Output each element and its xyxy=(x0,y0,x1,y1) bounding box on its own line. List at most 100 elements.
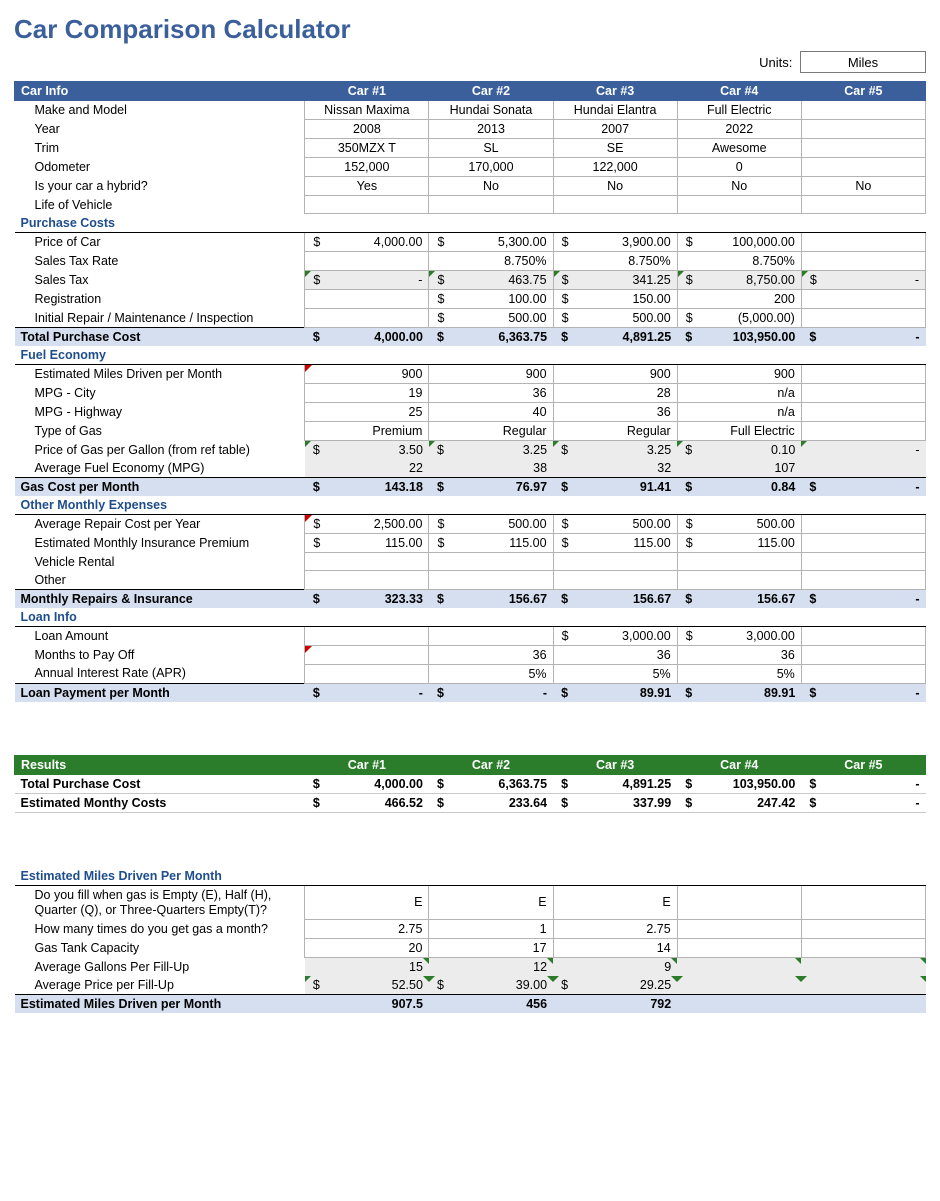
cell[interactable]: $500.00 xyxy=(553,515,677,534)
cell[interactable]: 1 xyxy=(429,920,553,939)
cell[interactable] xyxy=(801,158,925,177)
cell[interactable]: $150.00 xyxy=(553,290,677,309)
cell[interactable]: Regular xyxy=(553,422,677,441)
cell[interactable]: Full Electric xyxy=(677,422,801,441)
cell[interactable]: 8.750% xyxy=(553,252,677,271)
cell[interactable] xyxy=(801,120,925,139)
cell[interactable]: 5% xyxy=(553,664,677,683)
cell[interactable]: 5% xyxy=(429,664,553,683)
cell[interactable]: 350MZX T xyxy=(305,139,429,158)
cell[interactable] xyxy=(677,885,801,920)
cell[interactable] xyxy=(677,571,801,590)
cell[interactable]: $100.00 xyxy=(429,290,553,309)
cell[interactable] xyxy=(801,309,925,328)
cell[interactable] xyxy=(801,403,925,422)
cell[interactable] xyxy=(305,252,429,271)
cell[interactable]: 2.75 xyxy=(553,920,677,939)
cell[interactable]: 170,000 xyxy=(429,158,553,177)
cell[interactable] xyxy=(553,571,677,590)
cell[interactable]: SE xyxy=(553,139,677,158)
cell[interactable] xyxy=(801,365,925,384)
cell[interactable]: $3,900.00 xyxy=(553,233,677,252)
cell[interactable] xyxy=(553,196,677,214)
cell[interactable]: 900 xyxy=(429,365,553,384)
cell[interactable] xyxy=(801,534,925,553)
cell[interactable]: 900 xyxy=(305,365,429,384)
cell[interactable] xyxy=(801,626,925,645)
cell[interactable] xyxy=(305,571,429,590)
cell[interactable]: $100,000.00 xyxy=(677,233,801,252)
cell[interactable]: 36 xyxy=(553,645,677,664)
cell[interactable]: Full Electric xyxy=(677,101,801,120)
cell[interactable] xyxy=(429,626,553,645)
cell[interactable]: 36 xyxy=(429,384,553,403)
cell[interactable] xyxy=(429,196,553,214)
cell[interactable] xyxy=(429,553,553,571)
cell[interactable]: 152,000 xyxy=(305,158,429,177)
cell[interactable]: $115.00 xyxy=(553,534,677,553)
cell[interactable]: Nissan Maxima xyxy=(305,101,429,120)
cell[interactable]: $115.00 xyxy=(305,534,429,553)
cell[interactable]: $5,300.00 xyxy=(429,233,553,252)
cell[interactable] xyxy=(305,196,429,214)
cell[interactable]: Hundai Elantra xyxy=(553,101,677,120)
cell[interactable] xyxy=(801,384,925,403)
cell[interactable] xyxy=(801,664,925,683)
units-input[interactable] xyxy=(800,51,926,73)
cell[interactable]: 2.75 xyxy=(305,920,429,939)
cell[interactable] xyxy=(305,645,429,664)
cell[interactable] xyxy=(677,553,801,571)
cell[interactable]: $500.00 xyxy=(553,309,677,328)
cell[interactable] xyxy=(801,645,925,664)
cell[interactable]: 2022 xyxy=(677,120,801,139)
cell[interactable]: No xyxy=(553,177,677,196)
cell[interactable] xyxy=(801,515,925,534)
cell[interactable]: 2013 xyxy=(429,120,553,139)
cell[interactable]: $(5,000.00) xyxy=(677,309,801,328)
cell[interactable] xyxy=(801,196,925,214)
cell[interactable] xyxy=(801,885,925,920)
cell[interactable] xyxy=(305,626,429,645)
cell[interactable] xyxy=(305,290,429,309)
cell[interactable]: Hundai Sonata xyxy=(429,101,553,120)
cell[interactable]: 36 xyxy=(429,645,553,664)
cell[interactable]: E xyxy=(553,885,677,920)
cell[interactable]: 2007 xyxy=(553,120,677,139)
cell[interactable]: $500.00 xyxy=(429,515,553,534)
cell[interactable]: 900 xyxy=(553,365,677,384)
cell[interactable]: 36 xyxy=(553,403,677,422)
cell[interactable]: 17 xyxy=(429,939,553,958)
cell[interactable]: 25 xyxy=(305,403,429,422)
cell[interactable] xyxy=(801,553,925,571)
cell[interactable]: E xyxy=(305,885,429,920)
cell[interactable]: 2008 xyxy=(305,120,429,139)
cell[interactable] xyxy=(801,233,925,252)
cell[interactable] xyxy=(801,939,925,958)
cell[interactable] xyxy=(305,309,429,328)
cell[interactable]: 40 xyxy=(429,403,553,422)
cell[interactable]: n/a xyxy=(677,384,801,403)
cell[interactable]: Yes xyxy=(305,177,429,196)
cell[interactable] xyxy=(677,939,801,958)
cell[interactable] xyxy=(801,139,925,158)
cell[interactable]: $2,500.00 xyxy=(305,515,429,534)
cell[interactable] xyxy=(801,252,925,271)
cell[interactable]: Awesome xyxy=(677,139,801,158)
cell[interactable] xyxy=(801,290,925,309)
cell[interactable] xyxy=(801,422,925,441)
cell[interactable]: Regular xyxy=(429,422,553,441)
cell[interactable]: n/a xyxy=(677,403,801,422)
cell[interactable]: SL xyxy=(429,139,553,158)
cell[interactable] xyxy=(305,664,429,683)
cell[interactable]: $115.00 xyxy=(429,534,553,553)
cell[interactable] xyxy=(553,553,677,571)
cell[interactable]: E xyxy=(429,885,553,920)
cell[interactable]: $3,000.00 xyxy=(553,626,677,645)
cell[interactable]: $500.00 xyxy=(429,309,553,328)
cell[interactable] xyxy=(429,571,553,590)
cell[interactable]: Premium xyxy=(305,422,429,441)
cell[interactable]: 8.750% xyxy=(429,252,553,271)
cell[interactable]: 122,000 xyxy=(553,158,677,177)
cell[interactable]: $3,000.00 xyxy=(677,626,801,645)
cell[interactable] xyxy=(677,196,801,214)
